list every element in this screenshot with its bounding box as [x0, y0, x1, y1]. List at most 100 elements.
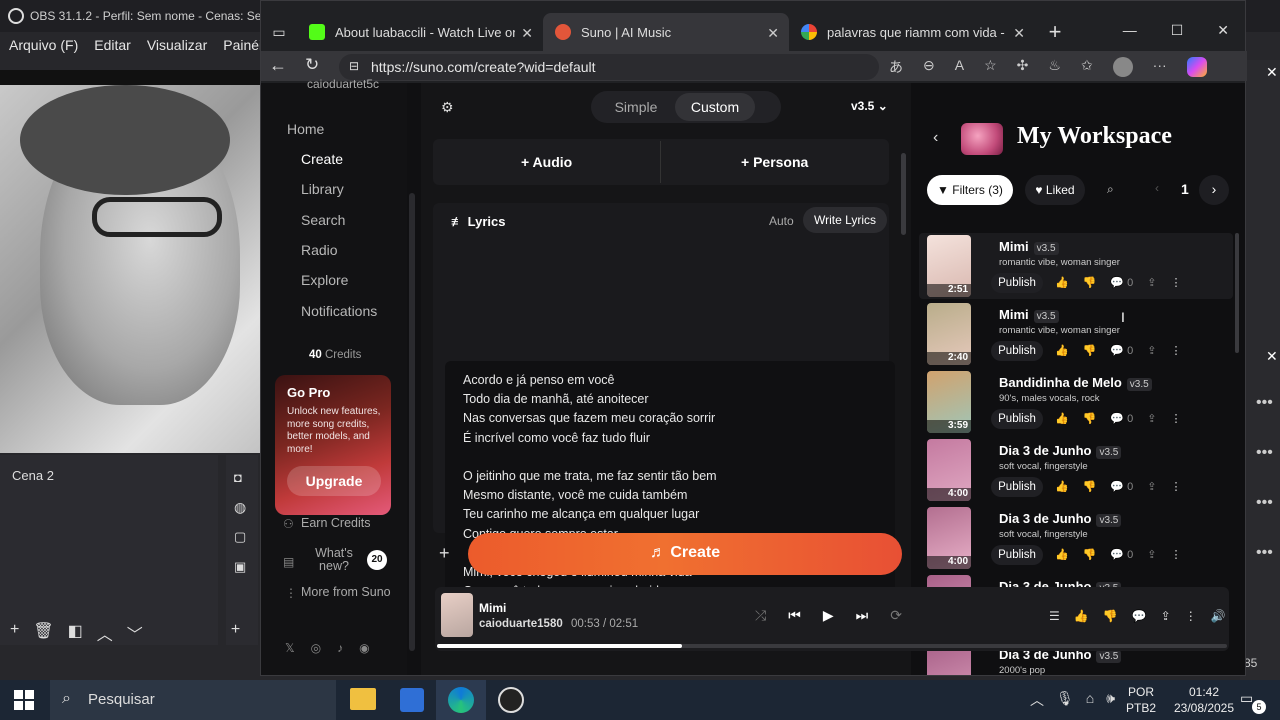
camera-icon[interactable]: ◘	[234, 470, 242, 485]
language-indicator[interactable]: POR PTB2	[1126, 684, 1156, 716]
filter-icon[interactable]: ◧	[68, 621, 83, 645]
copilot-icon[interactable]	[1186, 57, 1207, 77]
move-up-icon[interactable]: ︿	[97, 621, 113, 645]
progress-track[interactable]	[437, 644, 1227, 648]
share-icon[interactable]: ⇪	[1147, 548, 1156, 561]
song-thumbnail[interactable]: 3:59	[927, 371, 971, 433]
song-title[interactable]: Dia 3 de Junho v3.5	[999, 443, 1122, 459]
comment-icon[interactable]: 💬 0	[1110, 276, 1133, 289]
repeat-icon[interactable]: ⟳	[890, 607, 902, 624]
clock[interactable]: 01:42 23/08/2025	[1172, 684, 1236, 716]
settings-icon[interactable]: ⚙	[441, 99, 454, 116]
obs-menu-edit[interactable]: Editar	[94, 37, 131, 58]
share-icon[interactable]: ⇪	[1147, 480, 1156, 493]
more-options-icon[interactable]: ⋮	[1171, 412, 1182, 425]
reload-icon[interactable]: ↻	[305, 55, 319, 75]
add-audio-button[interactable]: + Audio	[521, 154, 572, 170]
song-row[interactable]: 2:51 Mimi v3.5 romantic vibe, woman singer P…	[927, 235, 1227, 299]
more-icon[interactable]: •••	[1256, 544, 1273, 562]
song-title[interactable]: Mimi v3.5	[999, 307, 1059, 323]
more-options-icon[interactable]: ⋮	[1171, 548, 1182, 561]
tab-kick[interactable]: About luabaccili - Watch Live on ✕	[297, 13, 543, 51]
obs-taskbar-icon[interactable]	[498, 687, 524, 713]
song-thumbnail[interactable]: 4:00	[927, 439, 971, 501]
create-scrollbar[interactable]	[901, 153, 906, 235]
previous-icon[interactable]: ⏮	[788, 607, 801, 624]
sidebar-scrollbar[interactable]	[409, 193, 415, 651]
share-icon[interactable]: ⇪	[1147, 412, 1156, 425]
favorites-bar-icon[interactable]: ✩	[1081, 57, 1093, 77]
obs-menu-file[interactable]: Arquivo (F)	[9, 37, 78, 58]
settings-more-icon[interactable]: ···	[1153, 57, 1167, 77]
volume-tray-icon[interactable]: 🕪	[1106, 690, 1115, 710]
song-row[interactable]: 4:00 Dia 3 de Junho v3.5 soft vocal, finger…	[927, 439, 1227, 503]
dislike-icon[interactable]: 👎	[1083, 276, 1097, 289]
song-title[interactable]: Bandidinha de Melo v3.5	[999, 375, 1152, 391]
more-from-suno-link[interactable]: More from Suno	[301, 585, 391, 599]
add-persona-button[interactable]: + Persona	[741, 154, 808, 170]
close-tab-icon[interactable]: ✕	[521, 25, 533, 42]
more-icon[interactable]: •••	[1256, 444, 1273, 462]
remove-scene-icon[interactable]: 🗑	[33, 621, 53, 645]
sidebar-item-radio[interactable]: Radio	[301, 242, 338, 258]
publish-button[interactable]: Publish	[991, 477, 1043, 497]
close-dock-icon[interactable]: ✕	[1266, 64, 1278, 81]
url-input[interactable]: https://suno.com/create?wid=default	[339, 54, 879, 80]
publish-button[interactable]: Publish	[991, 545, 1043, 565]
next-icon[interactable]: ⏭	[856, 607, 869, 624]
like-icon[interactable]: 👍	[1055, 480, 1069, 493]
player-title[interactable]: Mimi	[479, 601, 506, 615]
image-icon[interactable]: ▣	[234, 559, 246, 575]
more-options-icon[interactable]: ⋮	[1171, 276, 1182, 289]
song-row[interactable]: 4:00 Dia 3 de Junho v3.5 soft vocal, finger…	[927, 507, 1227, 571]
mode-custom[interactable]: Custom	[675, 93, 755, 121]
queue-icon[interactable]: ☰	[1049, 609, 1060, 623]
more-options-icon[interactable]: ⋮	[1171, 480, 1182, 493]
minimize-icon[interactable]: —	[1123, 22, 1137, 39]
globe-icon[interactable]: ◍	[234, 499, 246, 516]
more-icon[interactable]: •••	[1256, 494, 1273, 512]
more-options-icon[interactable]: ⋮	[1185, 609, 1197, 623]
site-info-icon[interactable]: ⊟	[349, 59, 359, 73]
obs-menu-view[interactable]: Visualizar	[147, 37, 207, 58]
dislike-icon[interactable]: 👎	[1083, 548, 1097, 561]
play-icon[interactable]: ▶	[823, 607, 834, 624]
song-thumbnail[interactable]: 2:40	[927, 303, 971, 365]
like-icon[interactable]: 👍	[1074, 609, 1089, 623]
translate-icon[interactable]: あ	[889, 57, 903, 77]
song-thumbnail[interactable]: 2:51	[927, 235, 971, 297]
add-source-icon[interactable]: +	[231, 621, 240, 645]
extensions-icon[interactable]: ✣	[1017, 57, 1029, 77]
performance-icon[interactable]: ♨	[1048, 57, 1061, 77]
x-icon[interactable]: 𝕏	[285, 641, 295, 655]
shuffle-icon[interactable]: ⤮	[755, 607, 766, 624]
sidebar-item-notifications[interactable]: Notifications	[301, 303, 377, 319]
volume-icon[interactable]: 🔊	[1211, 609, 1226, 623]
dislike-icon[interactable]: 👎	[1083, 344, 1097, 357]
windows-start-icon[interactable]	[14, 690, 34, 710]
whats-new-link[interactable]: What's new?	[309, 547, 359, 573]
share-icon[interactable]: ⇪	[1161, 609, 1171, 623]
maximize-icon[interactable]: ☐	[1171, 22, 1184, 39]
tray-chevron-icon[interactable]: ︿	[1030, 690, 1044, 710]
song-title[interactable]: Mimi v3.5	[999, 239, 1059, 255]
song-row[interactable]: 3:59 Bandidinha de Melo v3.5 90's, males vo…	[927, 371, 1227, 435]
share-icon[interactable]: ⇪	[1147, 344, 1156, 357]
close-window-icon[interactable]: ✕	[1217, 22, 1229, 39]
sidebar-item-search[interactable]: Search	[301, 212, 345, 228]
song-title[interactable]: Dia 3 de Junho v3.5	[999, 511, 1122, 527]
microphone-icon[interactable]: 🎙	[1056, 690, 1074, 710]
add-more-icon[interactable]: +	[439, 543, 450, 564]
taskbar-search[interactable]: Pesquisar	[50, 680, 336, 720]
version-select[interactable]: v3.5 ⌄	[851, 99, 888, 113]
tab-actions-icon[interactable]: ▭	[261, 13, 297, 51]
song-row[interactable]: 2:40 Mimi v3.5 romantic vibe, woman singer P…	[927, 303, 1227, 367]
song-thumbnail[interactable]: 4:00	[927, 507, 971, 569]
move-down-icon[interactable]: ﹀	[127, 621, 143, 645]
dislike-icon[interactable]: 👎	[1103, 609, 1118, 623]
add-scene-icon[interactable]: +	[10, 621, 19, 645]
read-aloud-icon[interactable]: A	[955, 57, 964, 77]
tab-suno[interactable]: Suno | AI Music ✕	[543, 13, 789, 51]
earn-credits-link[interactable]: Earn Credits	[301, 516, 370, 530]
profile-avatar[interactable]	[1112, 57, 1133, 77]
